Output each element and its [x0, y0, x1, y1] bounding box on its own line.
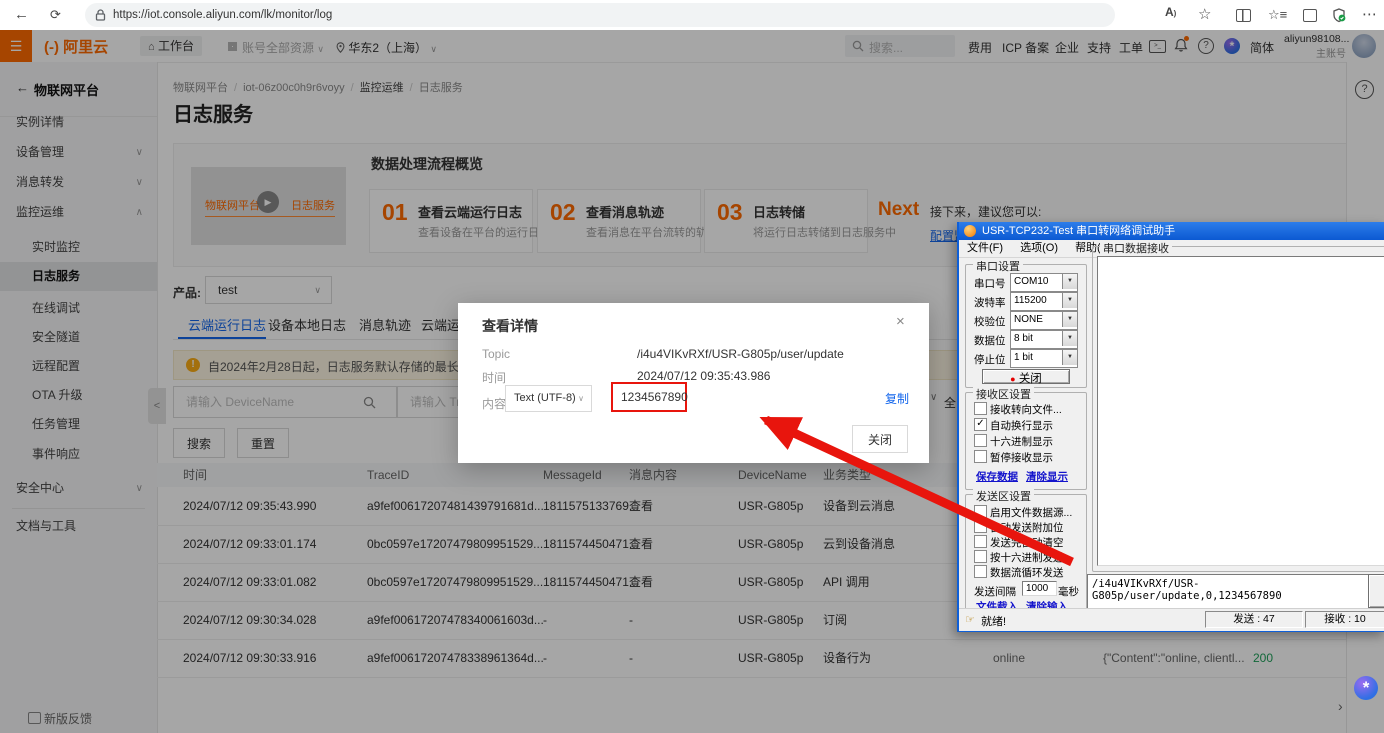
encoding-select[interactable]: Text (UTF-8) ∨ — [505, 385, 592, 412]
recv-counter: 接收 : 10 — [1305, 611, 1384, 628]
send-button[interactable] — [1368, 574, 1384, 608]
receive-data-area[interactable] — [1097, 256, 1384, 566]
serial-settings-group: 串口设置 串口号 COM10▼ 波特率 115200▼ 校验位 NONE▼ 数据… — [965, 264, 1087, 388]
collections-icon[interactable]: ☆≡ — [1268, 0, 1287, 30]
modal-close-button[interactable]: 关闭 — [852, 425, 908, 453]
app-icon — [964, 225, 976, 237]
usr-tcp232-window: USR-TCP232-Test 串口转网络调试助手 文件(F) 选项(O) 帮助… — [957, 222, 1384, 632]
status-bar: ☞ 就绪! 发送 : 47 接收 : 10 — [959, 608, 1384, 631]
stop-bits-select[interactable]: 1 bit▼ — [1010, 349, 1078, 368]
shield-check-icon[interactable] — [1332, 8, 1346, 23]
serial-close-button[interactable]: ● 关闭 — [982, 369, 1070, 384]
serial-group-label: 串口设置 — [973, 258, 1023, 274]
read-aloud-icon[interactable]: A) — [1165, 5, 1176, 19]
checkbox-hex-display[interactable] — [974, 434, 987, 447]
window-title: USR-TCP232-Test 串口转网络调试助手 — [982, 222, 1175, 240]
content-label: 内容 — [482, 395, 506, 412]
close-icon[interactable]: × — [896, 313, 905, 330]
content-value-box-highlighted[interactable]: 1234567890 — [611, 382, 687, 412]
dropdown-arrow-icon: ▼ — [1062, 331, 1077, 346]
browser-refresh-icon[interactable]: ⟳ — [50, 0, 61, 30]
split-screen-icon[interactable] — [1236, 9, 1251, 22]
interval-input[interactable]: 1000 — [1022, 581, 1057, 596]
time-value: 2024/07/12 09:35:43.986 — [637, 369, 770, 383]
serial-status-indicator: ● — [1010, 374, 1015, 384]
window-titlebar[interactable]: USR-TCP232-Test 串口转网络调试助手 — [959, 222, 1384, 240]
dropdown-arrow-icon: ▼ — [1062, 293, 1077, 308]
checkbox-auto-send-suffix[interactable] — [974, 520, 987, 533]
view-detail-modal: 查看详情 × Topic /i4u4VIKvRXf/USR-G805p/user… — [458, 303, 929, 463]
time-label: 时间 — [482, 369, 506, 386]
checkbox-loop-send[interactable] — [974, 565, 987, 578]
chevron-down-icon: ∨ — [578, 386, 584, 411]
dropdown-arrow-icon: ▼ — [1062, 312, 1077, 327]
encoding-value: Text (UTF-8) — [514, 392, 576, 404]
data-group-label: 串口数据接收 — [1100, 240, 1172, 256]
browser-more-icon[interactable]: ⋯ — [1362, 0, 1377, 30]
receive-settings-group: 接收区设置 接收转向文件... ✓ 自动换行显示 十六进制显示 暂停接收显示 保… — [965, 392, 1087, 490]
pointing-hand-icon: ☞ — [965, 613, 975, 626]
collections-add-icon[interactable] — [1303, 9, 1317, 22]
lock-icon — [95, 9, 106, 21]
send-settings-group: 发送区设置 启用文件数据源... 自动发送附加位 发送完自动清空 按十六进制发送… — [965, 494, 1087, 612]
checkbox-pause-recv[interactable] — [974, 450, 987, 463]
com-port-select[interactable]: COM10▼ — [1010, 273, 1078, 292]
data-receive-group: 串口数据接收 — [1092, 246, 1384, 572]
topic-value: /i4u4VIKvRXf/USR-G805p/user/update — [637, 347, 844, 361]
interval-label: 发送间隔 — [974, 584, 1016, 599]
save-data-link[interactable]: 保存数据 — [976, 469, 1018, 484]
assistant-ball-icon[interactable]: * — [1354, 676, 1378, 700]
parity-select[interactable]: NONE▼ — [1010, 311, 1078, 330]
browser-back-icon[interactable]: ← — [14, 0, 29, 30]
data-bits-select[interactable]: 8 bit▼ — [1010, 330, 1078, 349]
modal-title: 查看详情 — [482, 316, 538, 336]
checkbox-send-as-hex[interactable] — [974, 550, 987, 563]
checkbox-clear-after-send[interactable] — [974, 535, 987, 548]
menu-file[interactable]: 文件(F) — [967, 242, 1003, 254]
menu-options[interactable]: 选项(O) — [1020, 242, 1058, 254]
sent-counter: 发送 : 47 — [1205, 611, 1303, 628]
topic-label: Topic — [482, 347, 510, 361]
dropdown-arrow-icon: ▼ — [1062, 350, 1077, 365]
checkbox-auto-linefeed[interactable]: ✓ — [974, 418, 987, 431]
content-value: 1234567890 — [621, 390, 688, 404]
checkbox-file-datasource[interactable] — [974, 505, 987, 518]
clear-display-link[interactable]: 清除显示 — [1026, 469, 1068, 484]
receive-group-label: 接收区设置 — [973, 386, 1034, 402]
dropdown-arrow-icon: ▼ — [1062, 274, 1077, 289]
status-ready: 就绪! — [981, 613, 1006, 629]
favorite-star-icon[interactable]: ☆ — [1198, 0, 1211, 30]
browser-address-bar[interactable]: https://iot.console.aliyun.com/lk/monito… — [85, 3, 1115, 27]
copy-link[interactable]: 复制 — [885, 390, 909, 407]
interval-unit: 毫秒 — [1058, 584, 1079, 599]
browser-chrome: ← ⟳ https://iot.console.aliyun.com/lk/mo… — [0, 0, 1384, 31]
baud-rate-select[interactable]: 115200▼ — [1010, 292, 1078, 311]
send-group-label: 发送区设置 — [973, 488, 1034, 504]
checkbox-recv-to-file[interactable] — [974, 402, 987, 415]
browser-url: https://iot.console.aliyun.com/lk/monito… — [113, 3, 332, 27]
